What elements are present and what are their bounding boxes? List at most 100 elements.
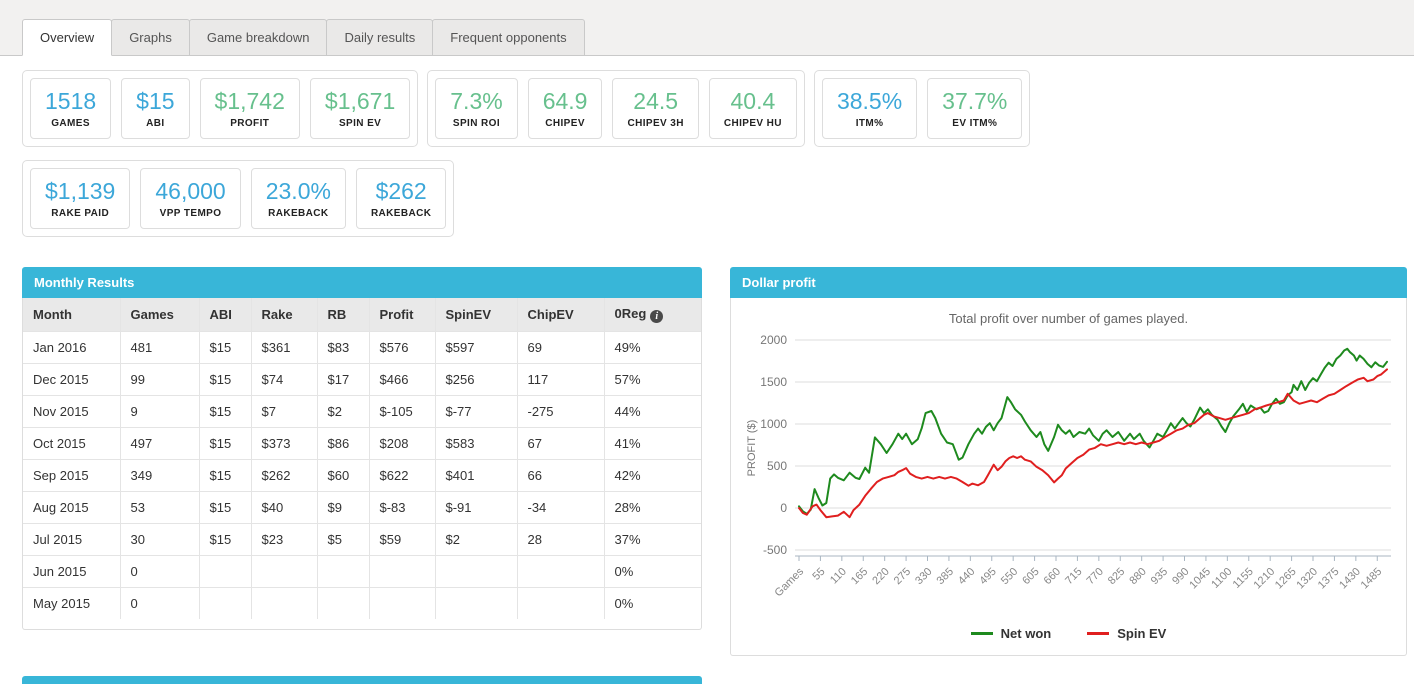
cell-0reg: 42% [603, 459, 701, 492]
cell-profit: $59 [368, 523, 436, 556]
stat-group: 7.3% SPIN ROI 64.9 CHIPEV 24.5 CHIPEV 3H 40.4 C… [427, 70, 805, 148]
cell-month: Oct 2015 [23, 427, 121, 460]
stat-profit: $1,742 PROFIT [199, 78, 300, 140]
x-tick-label: 1485 [1358, 566, 1384, 592]
cell-games: 53 [119, 491, 200, 524]
stat-value: $1,139 [45, 178, 116, 205]
cell-month: May 2015 [23, 587, 121, 619]
x-tick-label: 1100 [1209, 566, 1234, 591]
tab-overview[interactable]: Overview [22, 19, 113, 56]
legend-label: Net won [1000, 626, 1052, 641]
cell-month: Aug 2015 [23, 491, 121, 524]
cell-chipev: -34 [516, 491, 605, 524]
cell-abi [198, 555, 252, 588]
table-row-jan-2016: Jan 2016 481 $15 $361 $83 $576 $597 69 49% [23, 331, 701, 364]
x-tick-label: 605 [1020, 566, 1041, 587]
cell-abi: $15 [198, 427, 252, 460]
table-row-dec-2015: Dec 2015 99 $15 $74 $17 $466 $256 117 57% [23, 363, 701, 396]
stat-group: $1,139 RAKE PAID 46,000 VPP TEMPO 23.0% RAKEB… [22, 160, 455, 238]
cell-games: 0 [119, 555, 200, 588]
column-header-rb: RB [316, 298, 370, 332]
cell-rb: $9 [316, 491, 370, 524]
cell-0reg: 37% [603, 523, 701, 556]
cell-spinev: $2 [434, 523, 518, 556]
x-tick-label: 660 [1041, 566, 1062, 587]
cell-spinev: $401 [434, 459, 518, 492]
column-header-games: Games [119, 298, 200, 332]
cell-spinev [434, 587, 518, 619]
stat-value: 1518 [45, 88, 97, 114]
stat-label: PROFIT [230, 118, 270, 130]
tab-daily-results[interactable]: Daily results [326, 19, 434, 56]
cell-spinev [434, 555, 518, 588]
legend-item-net-won: Net won [970, 626, 1052, 641]
stat-value: 7.3% [450, 88, 503, 114]
y-tick-label: 1500 [760, 375, 787, 389]
monthly-results-body: Month Games ABI Rake RB Profit SpinEV ChipEV 0Re… [22, 298, 702, 630]
stat-chipev-hu: 40.4 CHIPEV HU [708, 78, 797, 140]
stats-summary: 1518 GAMES $15 ABI $1,742 PROFIT $1,671 SPIN EV… [22, 70, 1404, 250]
stat-label: CHIPEV [545, 118, 585, 130]
dollar-profit-panel: Dollar profit Total profit over number o… [730, 267, 1407, 656]
chart-subtitle: Total profit over number of games played… [948, 311, 1189, 326]
stat-label: ABI [146, 118, 165, 130]
cell-spinev: $583 [434, 427, 518, 460]
cell-games: 99 [119, 363, 200, 396]
info-icon[interactable]: i [650, 310, 664, 323]
stat-rakeback: 23.0% RAKEBACK [250, 168, 346, 230]
tab-frequent-opponents[interactable]: Frequent opponents [432, 19, 585, 56]
stat-label: CHIPEV HU [723, 118, 782, 130]
stat-chipev: 64.9 CHIPEV [527, 78, 603, 140]
monthly-results-table: Month Games ABI Rake RB Profit SpinEV ChipEV 0Re… [23, 298, 701, 619]
table-row-jun-2015: Jun 2015 0 0% [23, 555, 701, 588]
cell-profit: $576 [368, 331, 436, 364]
stat-label: SPIN EV [338, 118, 382, 130]
x-tick-label: 275 [891, 566, 912, 587]
stat-value: $1,671 [324, 88, 396, 114]
y-axis-title: PROFIT ($) [746, 420, 758, 477]
stat-group: 38.5% ITM% 37.7% EV ITM% [813, 70, 1031, 148]
stat-value: $15 [136, 88, 175, 114]
y-tick-label: 0 [780, 501, 787, 515]
stat-label: CHIPEV 3H [627, 118, 684, 130]
stat-row: 1518 GAMES $15 ABI $1,742 PROFIT $1,671 SPIN EV… [22, 70, 1404, 148]
y-tick-label: 1000 [760, 417, 787, 431]
cell-0reg: 28% [603, 491, 701, 524]
stat-vpp-tempo: 46,000 VPP TEMPO [140, 168, 241, 230]
cell-abi: $15 [198, 331, 252, 364]
legend-item-spin-ev: Spin EV [1087, 626, 1166, 641]
x-tick-label: 1375 [1315, 566, 1341, 592]
x-tick-label: 550 [998, 566, 1019, 587]
cell-chipev [516, 587, 605, 619]
cell-chipev: 67 [516, 427, 605, 460]
stat-value: 37.7% [942, 88, 1008, 114]
stat-itm: 38.5% ITM% [821, 78, 918, 140]
x-tick-label: 220 [870, 566, 891, 587]
cell-rb: $17 [316, 363, 370, 396]
cell-abi: $15 [198, 491, 252, 524]
cell-month: Dec 2015 [23, 363, 121, 396]
cell-rb [316, 587, 370, 619]
legend-swatch [1087, 632, 1110, 635]
stat-value: $1,742 [214, 88, 285, 114]
column-header-rake: Rake [250, 298, 318, 332]
tab-game-breakdown[interactable]: Game breakdown [188, 19, 328, 56]
x-tick-label: 1045 [1187, 566, 1213, 592]
dollar-profit-body: Total profit over number of games played… [730, 298, 1407, 656]
tab-graphs[interactable]: Graphs [111, 19, 190, 56]
stat-label: ITM% [855, 118, 884, 130]
cell-rake: $40 [250, 491, 318, 524]
x-tick-label: 1210 [1251, 566, 1277, 592]
dollar-profit-header: Dollar profit [730, 267, 1407, 298]
cell-chipev: 69 [516, 331, 605, 364]
cell-spinev: $-91 [434, 491, 518, 524]
next-panel-header-partial [22, 676, 702, 684]
x-tick-label: 1265 [1272, 566, 1298, 592]
x-tick-label: 1430 [1337, 566, 1363, 592]
table-row-may-2015: May 2015 0 0% [23, 587, 701, 619]
cell-spinev: $-77 [434, 395, 518, 428]
cell-0reg: 41% [603, 427, 701, 460]
column-header-month: Month [23, 298, 121, 332]
cell-abi: $15 [198, 395, 252, 428]
stat-label: VPP TEMPO [159, 208, 222, 220]
